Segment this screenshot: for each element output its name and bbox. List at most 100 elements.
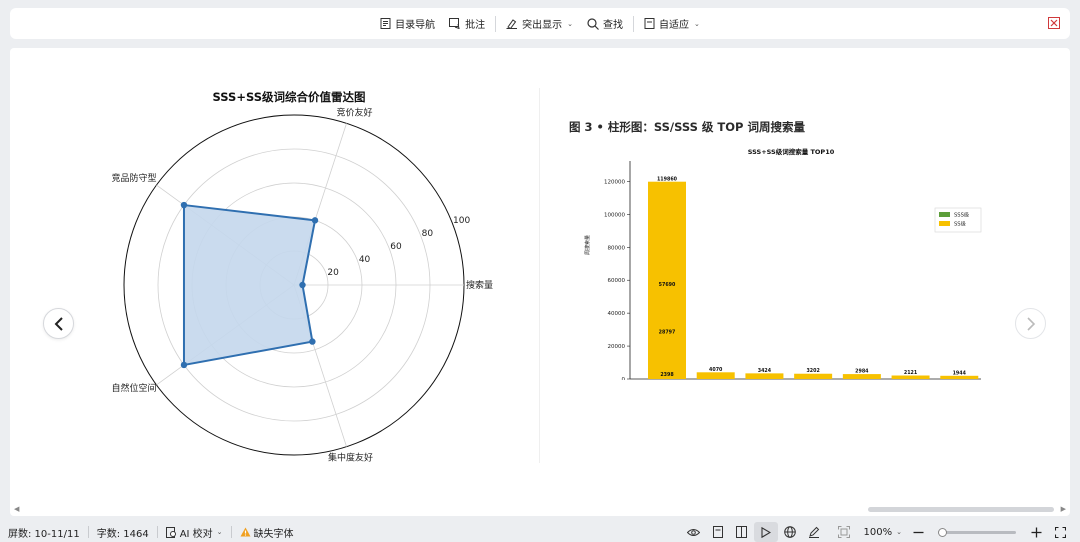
chevron-down-icon: ⌄	[896, 528, 902, 536]
y-tick-label: 20000	[608, 344, 626, 350]
ai-proofread-button[interactable]: AI 校对 ⌄	[158, 525, 231, 540]
bar-value-label: 3202	[806, 368, 819, 374]
legend-label: SS级	[954, 220, 966, 228]
fit-window-icon	[837, 526, 850, 538]
eye-protect-button[interactable]	[682, 522, 706, 542]
toc-icon	[380, 18, 391, 29]
bar-value-label: 28797	[659, 330, 676, 336]
play-button[interactable]	[753, 522, 778, 542]
chevron-right-icon	[1026, 316, 1035, 331]
bar-value-label: 57690	[659, 282, 676, 288]
prev-page-button[interactable]	[43, 308, 74, 339]
web-layout-button[interactable]	[730, 522, 754, 542]
horizontal-scrollbar[interactable]: ◀ ▶	[10, 503, 1070, 515]
bar-value-label: 1944	[953, 370, 967, 376]
toc-label: 目录导航	[395, 20, 436, 31]
fit-window-button[interactable]	[832, 522, 856, 542]
radar-point	[299, 281, 306, 289]
page-view-button[interactable]	[706, 522, 730, 542]
fullscreen-button[interactable]	[1048, 522, 1072, 542]
scrollbar-thumb[interactable]	[868, 507, 1054, 512]
view-controls: 100% ⌄	[682, 522, 1072, 542]
missing-font-button[interactable]: 缺失字体	[232, 525, 302, 540]
zoom-in-button[interactable]	[1024, 522, 1048, 542]
page-view-icon	[712, 526, 723, 538]
zoom-slider-knob[interactable]	[938, 527, 947, 537]
chevron-down-icon: ⌄	[567, 19, 573, 28]
radar-point	[311, 217, 319, 224]
highlight-button[interactable]: 突出显示 ⌄	[499, 13, 580, 35]
book-icon	[736, 526, 748, 538]
toolbar-divider	[633, 15, 634, 32]
radar-tick-label: 100	[453, 216, 470, 226]
top-toolbar: 目录导航 批注 突出显示 ⌄ 查找 自适应 ⌄	[10, 8, 1070, 39]
proofread-icon	[165, 526, 176, 538]
bar-value-label: 2398	[660, 372, 674, 378]
scroll-left-icon[interactable]: ◀	[14, 505, 19, 513]
close-button[interactable]	[1048, 17, 1060, 29]
y-tick-label: 80000	[608, 245, 626, 251]
zoom-level: 100%	[863, 526, 893, 538]
write-button[interactable]	[802, 522, 826, 542]
radar-area	[182, 203, 317, 367]
ai-proofread-label: AI 校对	[179, 528, 213, 540]
radar-axis-label: 集中度友好	[328, 452, 373, 464]
radar-point	[180, 361, 188, 369]
chevron-left-icon	[54, 316, 63, 331]
pen-icon	[808, 526, 819, 538]
figure-caption: 图 3 • 柱形图：SS/SSS 级 TOP 词周搜索量	[569, 120, 805, 134]
page-fit-icon	[644, 18, 655, 29]
scroll-right-icon[interactable]: ▶	[1061, 505, 1066, 513]
radar-point	[180, 201, 188, 209]
find-button[interactable]: 查找	[580, 13, 630, 35]
bar-chart: SSS+SS级词搜索量 TOP10 周搜索量 0 20000 40000 60000 8…	[584, 147, 982, 380]
bar	[794, 373, 833, 379]
radar-axis-label: 竞品防守型	[111, 172, 156, 184]
web-button[interactable]	[778, 522, 802, 542]
radar-chart: SSS+SS级词综合价值雷达图 20 40 60 80 100 搜索量 竞价友好竞品防守型自…	[111, 90, 493, 464]
bar	[842, 374, 881, 379]
chevron-down-icon: ⌄	[216, 528, 223, 536]
zoom-out-button[interactable]	[906, 522, 930, 542]
word-count: 字数: 1464	[96, 528, 149, 540]
close-icon	[1050, 19, 1058, 27]
y-tick-label: 120000	[604, 179, 625, 185]
column-divider	[539, 88, 540, 463]
bar-chart-title: SSS+SS级词搜索量 TOP10	[748, 147, 835, 156]
bar	[696, 372, 735, 379]
slide-page: SSS+SS级词综合价值雷达图 20 40 60 80 100 搜索量 竞价友好 竞品防守型自…	[10, 48, 1070, 516]
bar-value-label: 3424	[758, 368, 772, 374]
zoom-slider[interactable]	[938, 527, 1016, 537]
legend-label: SSS级	[954, 211, 969, 219]
bar	[745, 373, 784, 379]
screen-count: 屏数: 10-11/11	[8, 528, 80, 540]
radar-title: SSS+SS级词综合价值雷达图	[213, 90, 366, 104]
comment-button[interactable]: 批注	[442, 13, 492, 35]
warning-icon	[240, 527, 251, 537]
missing-font-label: 缺失字体	[253, 528, 294, 540]
find-label: 查找	[603, 20, 623, 31]
status-bar: 屏数: 10-11/11 字数: 1464 AI 校对 ⌄ 缺失字体 100% …	[0, 522, 1080, 542]
y-tick-label: 60000	[608, 278, 626, 284]
radar-axis-label: 自然位空间	[111, 382, 156, 394]
legend-swatch	[939, 212, 950, 217]
bar	[891, 375, 930, 379]
zoom-dropdown[interactable]: 100% ⌄	[856, 527, 906, 538]
comment-icon	[449, 18, 460, 29]
fit-button[interactable]: 自适应 ⌄	[637, 13, 707, 35]
bar-value-label: 2121	[904, 370, 917, 376]
comment-label: 批注	[465, 20, 486, 31]
radar-axis-label: 搜索量	[466, 279, 493, 291]
highlighter-icon	[506, 19, 518, 29]
radar-axis-label: 竞价友好	[337, 106, 373, 118]
play-icon	[760, 526, 771, 538]
y-tick-label: 0	[622, 377, 626, 380]
bar-value-label: 2984	[855, 369, 869, 375]
bar	[648, 181, 686, 379]
y-tick-label: 40000	[608, 311, 626, 317]
radar-tick-label: 60	[390, 242, 402, 252]
toc-button[interactable]: 目录导航	[373, 13, 442, 35]
next-page-button[interactable]	[1015, 308, 1046, 339]
y-axis-label: 周搜索量	[584, 235, 591, 255]
chart-legend: SSS级SS级	[934, 207, 982, 233]
